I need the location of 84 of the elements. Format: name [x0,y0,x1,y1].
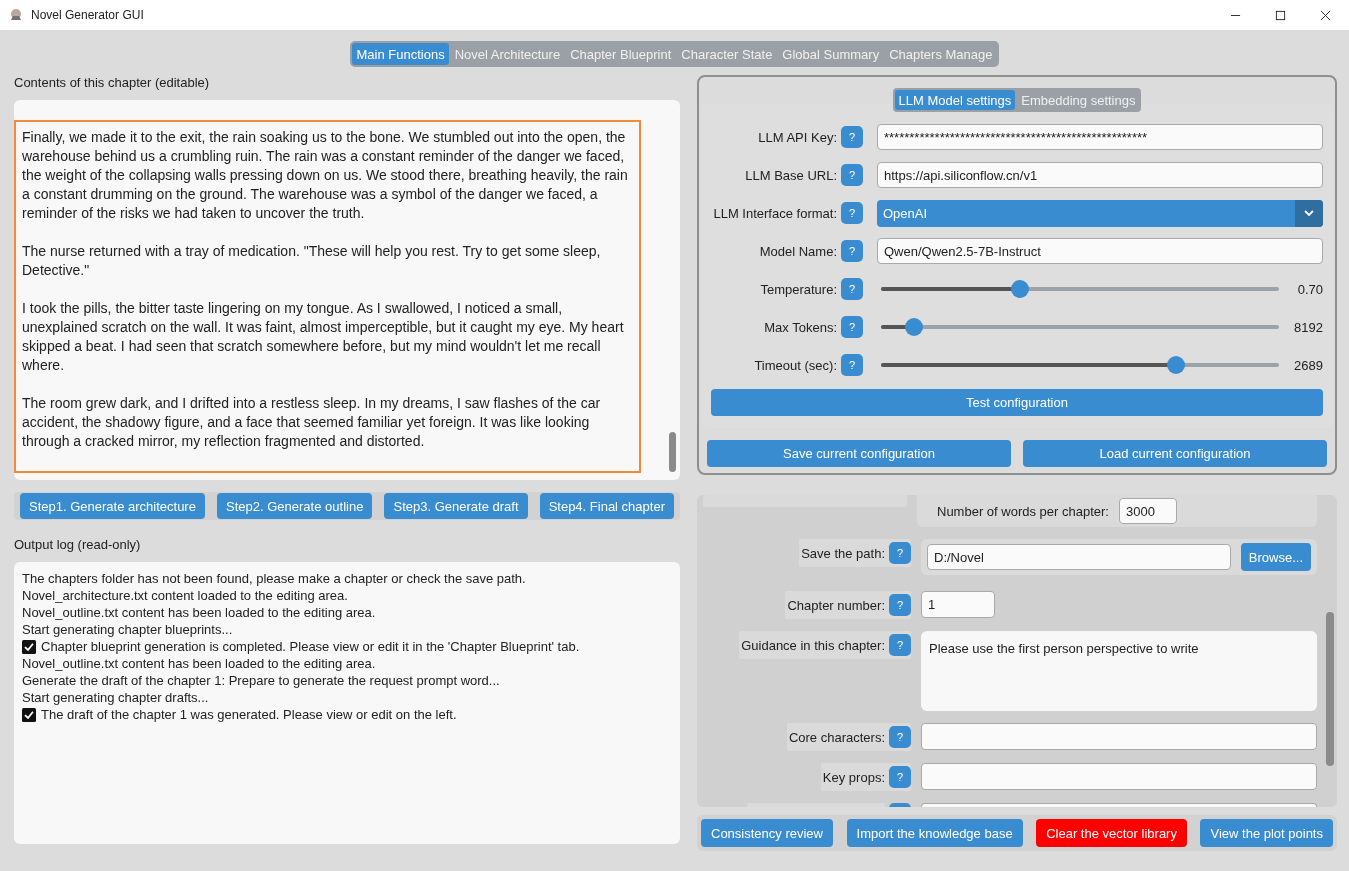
action-button[interactable]: View the plot points [1200,819,1333,847]
maximize-icon[interactable] [1275,9,1286,21]
step-button[interactable]: Step1. Generate architecture [20,493,205,519]
field-label: Max Tokens: [763,319,837,335]
step-button[interactable]: Step2. Generate outline [217,493,373,519]
help-button[interactable]: ? [889,634,911,656]
close-icon[interactable] [1320,9,1331,21]
input-field[interactable]: Qwen/Qwen2.5-7B-Instruct [877,238,1323,264]
help-button[interactable]: ? [889,766,911,788]
log-line: The draft of the chapter 1 was generated. Please view or edit on the left. [41,706,457,723]
help-button[interactable]: ? [841,316,863,338]
input-field[interactable]: 3000 [1118,498,1177,524]
input-field[interactable]: **************************************************** [877,124,1323,150]
chevron-down-icon [1304,210,1314,216]
log-line: Novel_outline.txt content has been loaded to the editing area. [22,604,377,621]
field-label: Number of words per chapter: [937,503,1109,519]
help-button[interactable]: ? [841,164,863,186]
step-button[interactable]: Step4. Final chapter [539,493,674,519]
chapter-paragraph: The room grew dark, and I drifted into a restless sleep. In my dreams, I saw flashes of the car accident, the shadowy figure, and a face that seemed familiar yet foreign. It was like looking through a cracked mirror, my reflection fragmented and distorted. [22,394,602,451]
input-field[interactable] [921,763,1317,790]
help-button[interactable]: ? [841,126,863,148]
tab[interactable]: LLM Model settings [894,90,1016,110]
input-field[interactable]: 1 [921,591,995,618]
chapter-paragraph: I took the pills, the bitter taste lingering on my tongue. As I swallowed, I noticed a small, unexplained scratch on the wall. It was faint, almost imperceptible, but it caught my eye. My heart skipped a beat. I had seen that scratch somewhere before, but my mind wouldn't let me recall where. [22,299,625,375]
tab[interactable]: Global Summary [778,43,884,65]
input-field[interactable] [921,723,1317,750]
field-label: Save the path: [801,545,885,561]
slider[interactable] [881,318,1279,336]
config-button[interactable]: Load current configuration [1023,440,1327,467]
window-title: Novel Generator GUI [31,8,144,22]
config-button[interactable]: Save current configuration [707,440,1011,467]
log-line: Chapter blueprint generation is completed. Please view or edit it in the 'Chapter Blueprint' tab. [41,638,580,655]
field-label: Timeout (sec): [753,357,837,373]
help-button[interactable]: ? [841,240,863,262]
dropdown[interactable]: OpenAI [877,199,1323,227]
tab[interactable]: Character State [677,43,777,65]
help-button[interactable]: ? [889,726,911,748]
field-label: LLM API Key: [757,129,837,145]
action-button[interactable]: Import the knowledge base [846,819,1023,847]
log-line: Start generating chapter blueprints... [22,621,234,638]
help-button[interactable]: ? [841,278,863,300]
help-button[interactable]: ? [889,542,911,564]
log-line: The chapters folder has not been found, please make a chapter or check the save path. [22,570,527,587]
scrollbar[interactable] [1326,612,1334,766]
log-line: Generate the draft of the chapter 1: Prepare to generate the request prompt word... [22,672,501,689]
help-button[interactable]: ? [889,594,911,616]
slider[interactable] [881,280,1279,298]
log-label: Output log (read-only) [14,537,142,554]
action-button[interactable]: Consistency review [701,819,833,847]
log-line: Novel_outline.txt content has been loaded to the editing area. [22,655,377,672]
field-label: LLM Interface format: [712,205,837,221]
slider-value: 0.70 [1296,281,1323,297]
slider-value: 2689 [1293,357,1323,373]
chapter-paragraph: Finally, we made it to the exit, the rain soaking us to the bone. We stumbled out into the open, the warehouse behind us a crumbling ruin. The rain was a constant reminder of the danger we faced, the weight of the collapsing walls pressing down on us. We stood there, breathing heavily, the rain a constant drumming on the ground. The warehouse was a symbol of the danger we faced, a reminder of the risks we had taken to uncover the truth. [22,128,629,223]
editor-label: Contents of this chapter (editable) [14,75,211,92]
app-icon [8,7,24,23]
chapter-paragraph: The nurse returned with a tray of medication. "These will help you rest. Try to get some sleep, Detective." [22,242,602,280]
field-label: Model Name: [758,243,837,259]
test-button[interactable]: Test configuration [711,389,1323,416]
field-label: Chapter number: [787,597,885,613]
field-label: Temperature: [759,281,837,297]
input-field[interactable]: D:/Novel [927,544,1231,570]
browse-button[interactable]: Browse... [1240,543,1311,571]
action-button[interactable]: Clear the vector library [1036,819,1187,847]
log-line: Start generating chapter drafts... [22,689,210,706]
field-label: Key props: [822,769,885,785]
step-button[interactable]: Step3. Generate draft [384,493,528,519]
help-button[interactable]: ? [841,354,863,376]
slider-value: 8192 [1293,319,1323,335]
tab[interactable]: Novel Architecture [450,43,565,65]
field-label: LLM Base URL: [744,167,837,183]
help-button[interactable]: ? [841,202,863,224]
field-label: Core characters: [788,729,885,745]
tab[interactable]: Chapter Blueprint [566,43,676,65]
field-label: Guidance in this chapter: [741,637,885,653]
slider[interactable] [881,356,1279,374]
tab[interactable]: Chapters Manage [885,43,997,65]
text-area[interactable]: Please use the first person perspective to write [921,631,1317,711]
log-line: Novel_architecture.txt content loaded to the editing area. [22,587,349,604]
check-icon [22,639,36,654]
tab[interactable]: Main Functions [352,43,449,65]
tab[interactable]: Embedding settings [1017,90,1140,110]
check-icon [22,707,36,722]
input-field[interactable]: https://api.siliconflow.cn/v1 [877,162,1323,188]
